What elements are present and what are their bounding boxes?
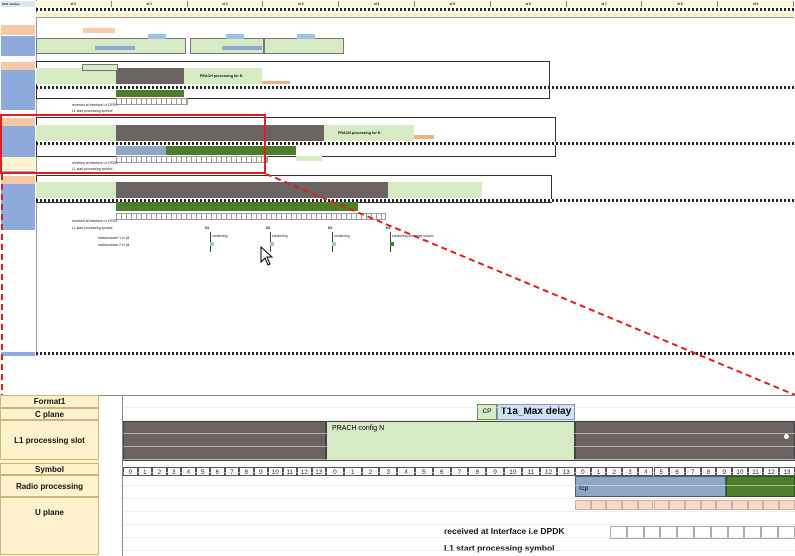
dpdk-text: received at Interface i.e DPDK xyxy=(444,526,565,536)
symbol-cell: 7 xyxy=(450,467,469,476)
symbol-cell: 6 xyxy=(432,467,451,476)
uplane-cell xyxy=(653,500,670,510)
symbol-cell: 3 xyxy=(379,467,398,476)
symbol-cell: 1 xyxy=(590,467,607,476)
uplane-cell xyxy=(779,500,795,510)
symbol-cell: 10 xyxy=(268,467,283,476)
uplane-cell xyxy=(622,500,638,510)
symbol-cell: 11 xyxy=(282,467,297,476)
uplane-cell xyxy=(606,500,623,510)
radio-tcp-box: Tcp xyxy=(575,476,726,497)
symbol-cell: 1 xyxy=(137,467,152,476)
zoom-divider xyxy=(122,396,123,556)
t1a-max-delay-box: T1a_Max delay xyxy=(497,404,575,420)
symbol-cell: 2 xyxy=(152,467,167,476)
uplane-cell xyxy=(716,500,732,510)
dpdk-cell xyxy=(727,526,745,539)
symbol-cell: 13 xyxy=(311,467,326,476)
zoom-label-format1: Format1 xyxy=(0,395,99,408)
symbol-cell: 1 xyxy=(343,467,362,476)
symbol-cell: 3 xyxy=(622,467,638,476)
dpdk-cell xyxy=(610,526,627,539)
dpdk-cell xyxy=(778,526,795,539)
symbol-cell: 9 xyxy=(253,467,268,476)
symbol-cell: 7 xyxy=(224,467,239,476)
symbol-cell: 6 xyxy=(669,467,685,476)
symbol-cell: 2 xyxy=(606,467,623,476)
uplane-cell xyxy=(669,500,685,510)
uplane-cell xyxy=(747,500,764,510)
symbol-cell: 0 xyxy=(326,467,344,476)
dpdk-cell xyxy=(660,526,678,539)
symbol-cell: 11 xyxy=(747,467,764,476)
uplane-cell xyxy=(637,500,654,510)
zoom-label-symbol: Symbol xyxy=(0,463,99,475)
dpdk-cell xyxy=(626,526,644,539)
symbol-cell: 8 xyxy=(468,467,487,476)
symbol-cell: 2 xyxy=(361,467,380,476)
zoom-label-cplane: C plane xyxy=(0,408,99,420)
symbol-cell: 5 xyxy=(195,467,210,476)
dpdk-cell xyxy=(761,526,778,539)
dpdk-cell xyxy=(694,526,711,539)
symbol-cell: 5 xyxy=(415,467,433,476)
symbol-cell: 13 xyxy=(779,467,795,476)
symbol-cell: 8 xyxy=(700,467,717,476)
symbol-cell: 12 xyxy=(297,467,312,476)
uplane-cell xyxy=(684,500,701,510)
l1-slot-gray-a xyxy=(123,421,326,461)
uplane-cell xyxy=(575,500,591,510)
uplane-cell xyxy=(700,500,717,510)
symbol-cell: 4 xyxy=(181,467,196,476)
symbol-cell: 3 xyxy=(166,467,181,476)
zoom-connector xyxy=(1,173,795,396)
l1-slot-gray-b xyxy=(575,421,795,461)
symbol-cell: 4 xyxy=(397,467,415,476)
dpdk-cell xyxy=(744,526,762,539)
symbol-cell: 4 xyxy=(637,467,654,476)
symbol-cell: 5 xyxy=(653,467,670,476)
dpdk-cell xyxy=(710,526,728,539)
zoom-label-radio: Radio processing xyxy=(0,475,99,497)
symbol-cell: 0 xyxy=(123,467,138,476)
symbol-cell: 7 xyxy=(684,467,701,476)
cp-ul-box: CP UL xyxy=(477,404,497,429)
uplane-cell xyxy=(732,500,748,510)
symbol-cell: 0 xyxy=(575,467,591,476)
uplane-cell xyxy=(590,500,607,510)
l1-start-text: L1 start processing symbol xyxy=(444,543,555,553)
symbol-cell: 12 xyxy=(763,467,780,476)
uplane-cell xyxy=(763,500,780,510)
radio-darkgreen-box xyxy=(726,476,795,497)
symbol-cell: 6 xyxy=(210,467,225,476)
symbol-cell: 10 xyxy=(732,467,748,476)
symbol-cell: 13 xyxy=(557,467,576,476)
symbol-cell: 8 xyxy=(239,467,254,476)
symbol-cell: 12 xyxy=(539,467,558,476)
zoom-label-l1slot: L1 processing slot xyxy=(0,420,99,460)
slot-dot xyxy=(784,434,789,439)
symbol-cell: 9 xyxy=(486,467,504,476)
zoom-label-uplane: U plane xyxy=(0,497,99,555)
symbol-cell: 11 xyxy=(521,467,540,476)
l1-slot-prach: PRACH config N xyxy=(326,421,575,461)
symbol-cell: 9 xyxy=(716,467,732,476)
dpdk-cell xyxy=(643,526,661,539)
dpdk-cell xyxy=(677,526,694,539)
symbol-cell: 10 xyxy=(504,467,522,476)
